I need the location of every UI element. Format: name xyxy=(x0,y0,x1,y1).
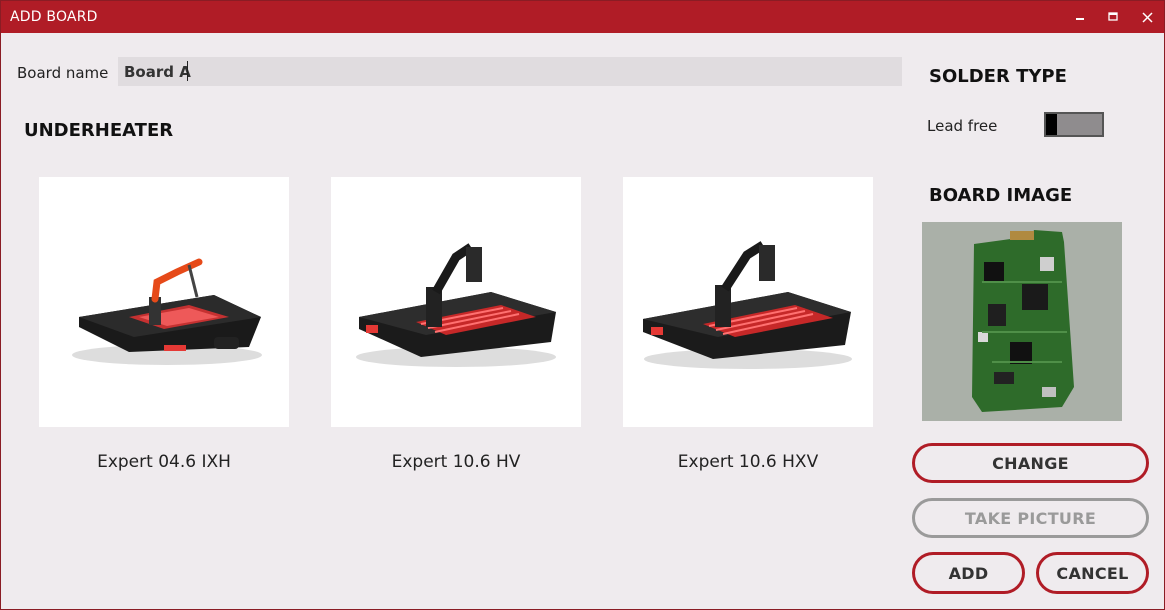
lead-free-label: Lead free xyxy=(927,117,998,135)
rework-station-ixh-image xyxy=(39,177,289,427)
minimize-button[interactable] xyxy=(1063,1,1097,33)
rework-station-hv-image xyxy=(331,177,581,427)
add-board-dialog: ADD BOARD Board name UNDERHEATER xyxy=(0,0,1165,610)
board-name-input[interactable] xyxy=(118,57,902,86)
board-image-preview xyxy=(922,222,1122,421)
board-image-title: BOARD IMAGE xyxy=(929,185,1073,206)
toggle-knob xyxy=(1046,114,1057,135)
close-button[interactable] xyxy=(1130,1,1164,33)
underheater-option-expert-04-6-ixh[interactable]: Expert 04.6 IXH xyxy=(39,177,289,472)
rework-station-hxv-image xyxy=(623,177,873,427)
window-title: ADD BOARD xyxy=(10,9,98,25)
option-label: Expert 04.6 IXH xyxy=(97,452,231,472)
underheater-option-expert-10-6-hxv[interactable]: Expert 10.6 HXV xyxy=(623,177,873,472)
maximize-icon xyxy=(1108,12,1118,21)
take-picture-button[interactable]: TAKE PICTURE xyxy=(912,498,1149,538)
board-name-label: Board name xyxy=(17,64,109,82)
underheater-title: UNDERHEATER xyxy=(24,120,174,141)
change-image-button[interactable]: CHANGE xyxy=(912,443,1149,483)
cancel-button[interactable]: CANCEL xyxy=(1036,552,1149,594)
close-icon xyxy=(1141,11,1153,23)
maximize-button[interactable] xyxy=(1096,1,1130,33)
option-label: Expert 10.6 HXV xyxy=(677,452,819,472)
add-button[interactable]: ADD xyxy=(912,552,1025,594)
lead-free-toggle[interactable] xyxy=(1044,112,1104,137)
title-bar: ADD BOARD xyxy=(1,1,1164,33)
solder-type-title: SOLDER TYPE xyxy=(929,66,1067,87)
option-label: Expert 10.6 HV xyxy=(391,452,521,472)
underheater-option-expert-10-6-hv[interactable]: Expert 10.6 HV xyxy=(331,177,581,472)
minimize-icon xyxy=(1076,18,1084,20)
text-caret xyxy=(187,61,188,81)
